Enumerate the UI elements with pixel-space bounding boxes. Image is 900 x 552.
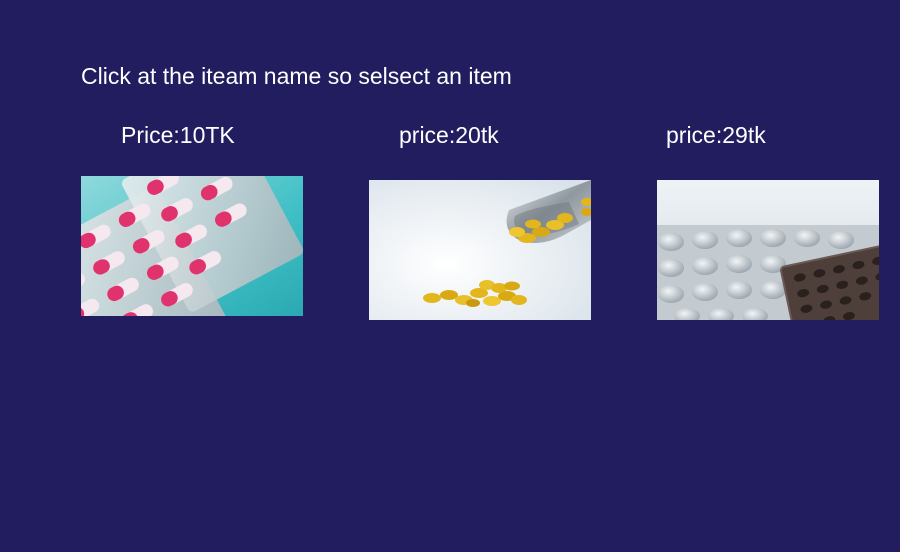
capsule-blister-pack-image	[81, 176, 303, 316]
product-image-2[interactable]	[369, 180, 591, 320]
item-selection-page: Click at the iteam name so selsect an it…	[0, 0, 900, 552]
item-price-label-3[interactable]: price:29tk	[666, 121, 766, 149]
item-price-label-2[interactable]: price:20tk	[399, 121, 499, 149]
instruction-text: Click at the iteam name so selsect an it…	[81, 63, 512, 89]
blister-packs-image	[657, 180, 879, 320]
product-image-1[interactable]	[81, 176, 303, 316]
yellow-pills-image	[369, 180, 591, 320]
item-price-label-1[interactable]: Price:10TK	[121, 121, 235, 149]
product-image-3[interactable]	[657, 180, 879, 320]
